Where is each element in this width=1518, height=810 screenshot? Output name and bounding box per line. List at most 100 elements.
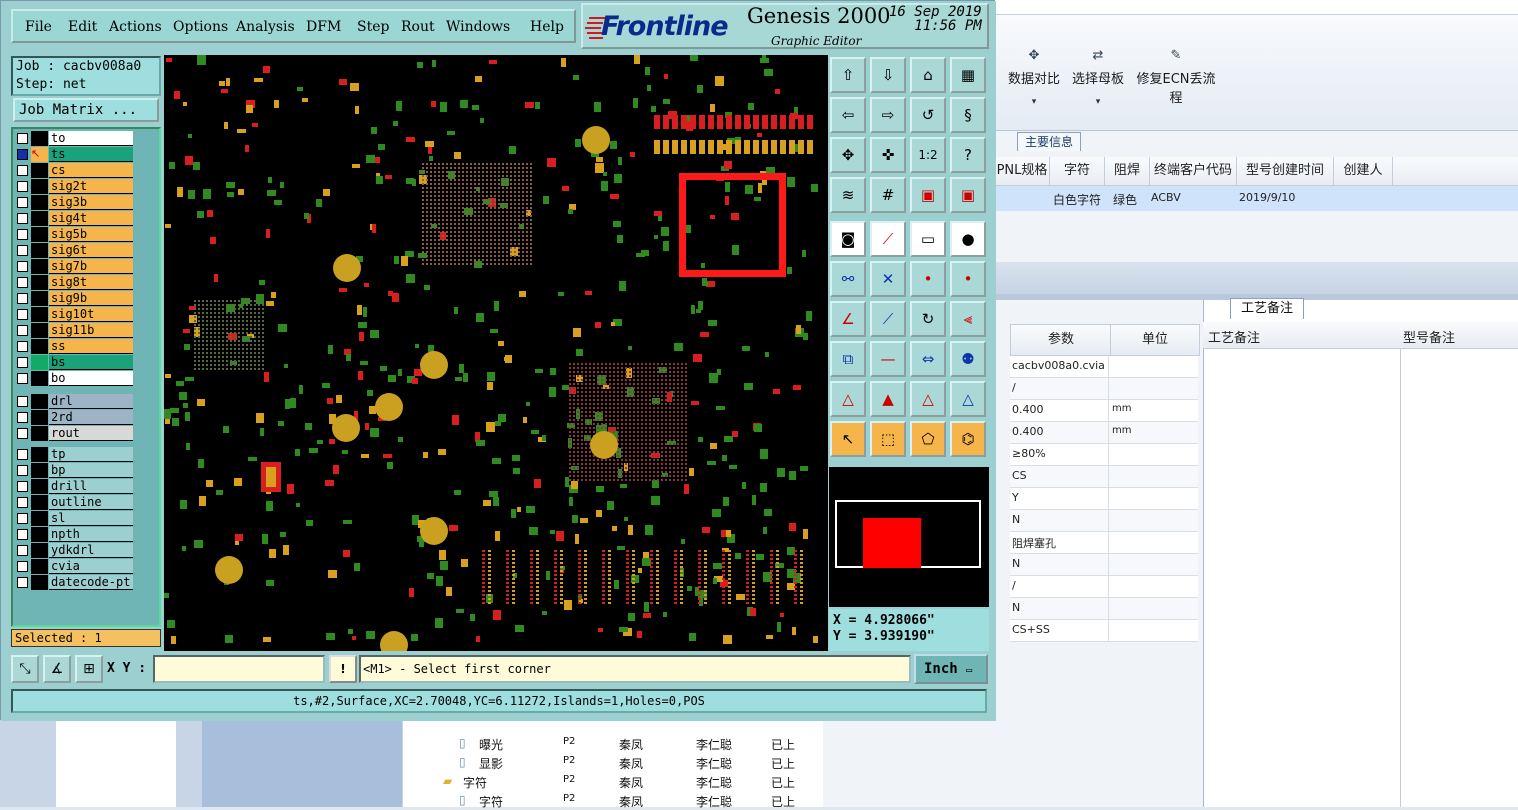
zoom-down-icon[interactable]: ⇩ xyxy=(870,57,906,93)
layer-indicator[interactable] xyxy=(31,179,48,194)
layer-name[interactable]: tp xyxy=(49,447,133,462)
param-row[interactable]: 0.400 mm xyxy=(1010,400,1198,422)
param-row[interactable]: N xyxy=(1010,554,1198,576)
point-icon[interactable]: • xyxy=(910,261,946,297)
layer-indicator[interactable] xyxy=(31,227,48,242)
layer-row[interactable]: ↖ ts xyxy=(13,147,135,162)
layer-indicator[interactable] xyxy=(31,275,48,290)
layer-checkbox[interactable] xyxy=(17,341,28,352)
menu-edit[interactable]: Edit xyxy=(68,19,97,35)
select-net-icon[interactable]: ⌬ xyxy=(950,421,986,457)
param-row[interactable]: Y xyxy=(1010,488,1198,510)
layer-checkbox[interactable] xyxy=(17,261,28,272)
grid-snap-icon[interactable]: ⊞ xyxy=(75,655,103,683)
layer-checkbox[interactable] xyxy=(17,428,28,439)
param-row[interactable]: N xyxy=(1010,510,1198,532)
layer-name[interactable]: 2rd xyxy=(49,410,133,425)
layer-row[interactable]: bp xyxy=(13,463,135,478)
group-icon[interactable]: ⚉ xyxy=(950,341,986,377)
layer-row[interactable]: sig4t xyxy=(13,211,135,226)
layer-checkbox[interactable] xyxy=(17,513,28,524)
menu-windows[interactable]: Windows xyxy=(446,19,510,35)
column-header[interactable]: 终端客户代码 xyxy=(1150,157,1237,185)
select-arrow-icon[interactable]: ↖ xyxy=(830,421,866,457)
param-row[interactable]: CS+SS xyxy=(1010,620,1198,642)
param-row[interactable]: ≥80% xyxy=(1010,444,1198,466)
layer-name[interactable]: sig7b xyxy=(49,259,133,274)
layer-checkbox[interactable] xyxy=(17,529,28,540)
menu-dfm[interactable]: DFM xyxy=(306,19,341,35)
rotate-icon[interactable]: ↺ xyxy=(910,97,946,133)
zoom-up-icon[interactable]: ⇧ xyxy=(830,57,866,93)
layer-checkbox[interactable] xyxy=(17,396,28,407)
window-icon[interactable]: ▦ xyxy=(950,57,986,93)
layer-row[interactable]: cvia xyxy=(13,559,135,574)
layer-checkbox[interactable] xyxy=(17,357,28,368)
layer-row[interactable]: sig8t xyxy=(13,275,135,290)
menu-analysis[interactable]: Analysis xyxy=(236,19,295,35)
layer-checkbox[interactable] xyxy=(17,481,28,492)
menu-rout[interactable]: Rout xyxy=(401,19,435,35)
layer-name[interactable]: bo xyxy=(49,371,133,386)
menu-actions[interactable]: Actions xyxy=(109,19,162,35)
line-icon[interactable]: ⟋ xyxy=(870,221,906,257)
circle-icon[interactable]: ● xyxy=(950,221,986,257)
layer-name[interactable]: datecode-pt xyxy=(49,575,133,590)
layer-row[interactable]: outline xyxy=(13,495,135,510)
param-row[interactable]: 0.400 mm xyxy=(1010,422,1198,444)
menu-file[interactable]: File xyxy=(25,19,52,35)
minus-icon[interactable]: — xyxy=(870,341,906,377)
layer-name[interactable]: sig9b xyxy=(49,291,133,306)
layer-row[interactable]: sig11b xyxy=(13,323,135,338)
repair-ecn-button[interactable]: ✎ 修复ECN丢流程 xyxy=(1134,48,1218,108)
mirror-icon[interactable]: ⫷ xyxy=(950,301,986,337)
ruler-icon[interactable]: ▭ xyxy=(910,221,946,257)
layer-row[interactable]: sig7b xyxy=(13,259,135,274)
layer-indicator[interactable] xyxy=(31,339,48,354)
layer-indicator[interactable] xyxy=(31,355,48,370)
select-polygon-icon[interactable]: ⬠ xyxy=(910,421,946,457)
layer-indicator[interactable] xyxy=(31,575,48,590)
triangle-3-icon[interactable]: △ xyxy=(910,381,946,417)
param-row[interactable]: / xyxy=(1010,378,1198,400)
layer-checkbox[interactable] xyxy=(17,181,28,192)
layer-checkbox[interactable] xyxy=(17,293,28,304)
layer-checkbox[interactable] xyxy=(17,309,28,320)
layer-checkbox[interactable] xyxy=(17,197,28,208)
layer-row[interactable]: bs xyxy=(13,355,135,370)
select-box-icon[interactable]: ⬚ xyxy=(870,421,906,457)
connect-icon[interactable]: ⚯ xyxy=(830,261,866,297)
tree-row[interactable]: ▰ 字符 P2 秦凤 李仁聪 已上 xyxy=(403,772,823,791)
layer-checkbox[interactable] xyxy=(17,545,28,556)
layer-row[interactable]: drl xyxy=(13,394,135,409)
column-header[interactable]: 单位 xyxy=(1110,324,1200,356)
scale-icon[interactable]: 1:2 xyxy=(910,137,946,173)
layer-name[interactable]: ss xyxy=(49,339,133,354)
measure-icon[interactable]: ⟋ xyxy=(870,301,906,337)
settings-icon[interactable]: ≋ xyxy=(830,177,866,213)
angle-snap-icon[interactable]: ∡ xyxy=(43,655,71,683)
layer-indicator[interactable] xyxy=(31,243,48,258)
pan-right-icon[interactable]: ⇨ xyxy=(870,97,906,133)
layer-indicator[interactable] xyxy=(31,495,48,510)
layer-row[interactable]: sig10t xyxy=(13,307,135,322)
layer-checkbox[interactable] xyxy=(17,229,28,240)
layer-name[interactable]: sig11b xyxy=(49,323,133,338)
layer-row[interactable]: cs xyxy=(13,163,135,178)
column-header[interactable]: 字符 xyxy=(1050,157,1105,185)
layer-name[interactable]: sig8t xyxy=(49,275,133,290)
table-row[interactable]: 白色字符 绿色 ACBV 2019/9/10 xyxy=(995,186,1518,211)
layer-indicator[interactable] xyxy=(31,463,48,478)
layer-name[interactable]: cs xyxy=(49,163,133,178)
layer-row[interactable]: drill xyxy=(13,479,135,494)
triangle-2-icon[interactable]: ▲ xyxy=(870,381,906,417)
column-header[interactable]: 参数 xyxy=(1010,324,1112,356)
angle-icon[interactable]: ∠ xyxy=(830,301,866,337)
tree-row[interactable]: ▯ 曝光 P2 秦凤 李仁聪 已上 xyxy=(403,734,823,753)
layer-name[interactable]: cvia xyxy=(49,559,133,574)
tab-main-info[interactable]: 主要信息 xyxy=(1017,132,1081,151)
layer-name[interactable]: ts xyxy=(49,147,133,162)
layer-checkbox[interactable] xyxy=(17,465,28,476)
layer-indicator[interactable] xyxy=(31,371,48,386)
param-row[interactable]: cacbv008a0.cvia xyxy=(1010,356,1198,378)
